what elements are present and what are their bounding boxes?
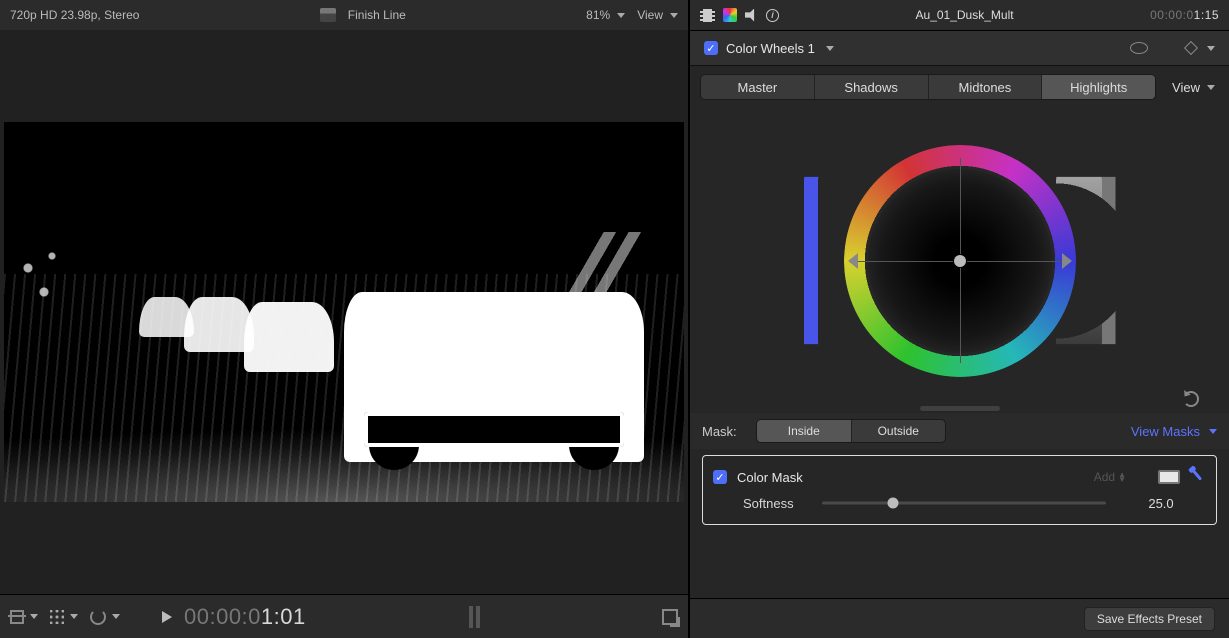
inspector-view-dropdown[interactable]: View <box>1166 80 1229 95</box>
reset-button[interactable] <box>1183 391 1199 407</box>
color-inspector-icon[interactable] <box>723 8 737 22</box>
inspector-header: i Au_01_Dusk_Mult 00:00:01:15 <box>690 0 1229 30</box>
tab-shadows[interactable]: Shadows <box>815 75 929 99</box>
tab-master[interactable]: Master <box>701 75 815 99</box>
mask-inside[interactable]: Inside <box>757 420 852 442</box>
color-mask-panel: ✓ Color Mask Add ▲▼ Softness 25.0 <box>702 455 1217 525</box>
effect-row: ✓ Color Wheels 1 <box>690 30 1229 66</box>
softness-label: Softness <box>737 496 812 511</box>
softness-value[interactable]: 25.0 <box>1116 496 1206 511</box>
wheel-tabs: Master Shadows Midtones Highlights <box>700 74 1156 100</box>
mask-label: Mask: <box>702 424 746 439</box>
inspector-footer: Save Effects Preset <box>690 598 1229 638</box>
inspector-pane: i Au_01_Dusk_Mult 00:00:01:15 ✓ Color Wh… <box>690 0 1229 638</box>
video-inspector-icon[interactable] <box>700 9 715 22</box>
viewer-canvas[interactable] <box>0 30 688 594</box>
wheel-nudge-left-icon[interactable] <box>848 253 858 269</box>
clip-title: Finish Line <box>348 8 406 22</box>
audio-inspector-icon[interactable] <box>745 9 758 22</box>
chevron-down-icon <box>670 13 678 18</box>
color-mask-title: Color Mask <box>737 470 1084 485</box>
viewer-timecode[interactable]: 00:00:01:01 <box>184 604 306 630</box>
format-label: 720p HD 23.98p, Stereo <box>10 8 139 22</box>
tab-highlights[interactable]: Highlights <box>1042 75 1155 99</box>
video-frame <box>4 122 684 502</box>
softness-slider[interactable] <box>822 494 1106 512</box>
viewer-pane: 720p HD 23.98p, Stereo Finish Line 81% V… <box>0 0 690 638</box>
play-button[interactable] <box>162 611 172 623</box>
zoom-dropdown[interactable]: 81% <box>586 8 625 22</box>
scroll-indicator[interactable] <box>920 406 1000 411</box>
save-effects-preset-button[interactable]: Save Effects Preset <box>1084 607 1215 631</box>
color-wheel-puck[interactable] <box>954 255 966 267</box>
viewer-header: 720p HD 23.98p, Stereo Finish Line 81% V… <box>0 0 688 30</box>
chevron-down-icon[interactable] <box>826 46 834 51</box>
color-swatch[interactable] <box>1158 470 1180 484</box>
keyframe-icon[interactable] <box>1184 41 1198 55</box>
chevron-down-icon[interactable] <box>1207 46 1215 51</box>
retime-dropdown[interactable] <box>90 609 120 625</box>
add-mask-dropdown[interactable]: Add ▲▼ <box>1094 470 1126 484</box>
inspector-clip-name: Au_01_Dusk_Mult <box>789 8 1140 22</box>
inspector-timecode: 00:00:01:15 <box>1150 8 1219 22</box>
effect-name[interactable]: Color Wheels 1 <box>726 41 815 56</box>
viewer-footer: 00:00:01:01 <box>0 594 688 638</box>
viewer-view-dropdown[interactable]: View <box>637 8 678 22</box>
audio-skimming-icon[interactable] <box>469 606 499 628</box>
view-masks-dropdown[interactable]: View Masks <box>1131 424 1217 439</box>
clapboard-icon <box>320 8 336 22</box>
fullscreen-button[interactable] <box>662 609 678 625</box>
color-wheel-area <box>690 108 1229 413</box>
transform-dropdown[interactable] <box>10 610 38 624</box>
enhance-dropdown[interactable] <box>50 610 78 624</box>
eyedropper-icon[interactable] <box>1187 466 1210 489</box>
chevron-down-icon <box>617 13 625 18</box>
tab-midtones[interactable]: Midtones <box>929 75 1043 99</box>
mask-row: Mask: Inside Outside View Masks <box>690 413 1229 449</box>
wheel-nudge-right-icon[interactable] <box>1062 253 1072 269</box>
color-mask-checkbox[interactable]: ✓ <box>713 470 727 484</box>
shape-mask-icon[interactable] <box>1130 42 1148 54</box>
color-wheel[interactable] <box>830 131 1090 391</box>
mask-segmented: Inside Outside <box>756 419 946 443</box>
info-inspector-icon[interactable]: i <box>766 9 779 22</box>
mask-outside[interactable]: Outside <box>852 420 946 442</box>
effect-enable-checkbox[interactable]: ✓ <box>704 41 718 55</box>
